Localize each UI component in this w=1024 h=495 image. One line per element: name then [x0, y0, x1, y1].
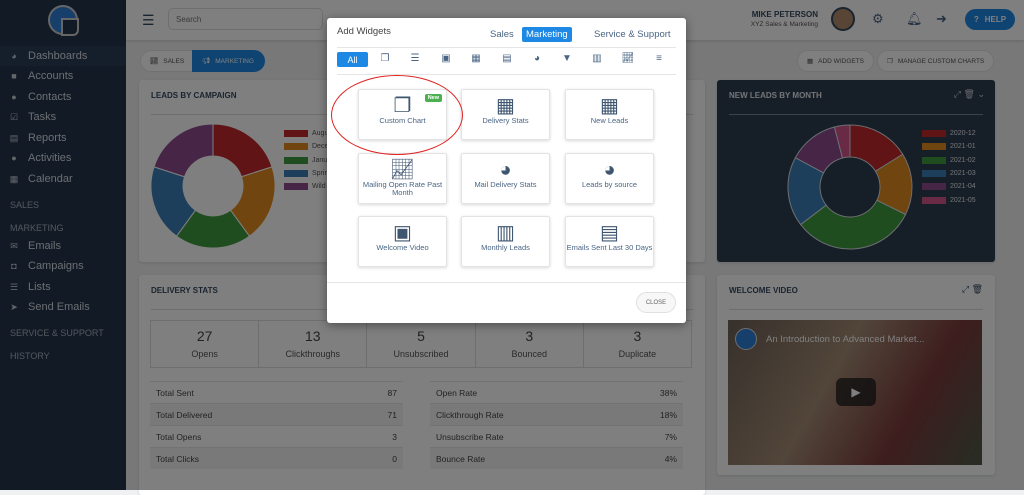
filter-funnel-icon[interactable]: ▼ [557, 53, 577, 64]
add-widgets-modal: Add Widgets Sales Marketing Service & Su… [327, 18, 686, 323]
filter-image-icon[interactable]: ▣ [436, 53, 456, 64]
tile-label: Leads by source [581, 180, 638, 189]
modal-tab-service-support[interactable]: Service & Support [590, 27, 675, 42]
filter-server-icon[interactable]: ▤ [497, 53, 517, 64]
widget-tile-emails-sent-30-days[interactable]: ▤ Emails Sent Last 30 Days [565, 216, 654, 267]
server-icon: ▤ [600, 222, 619, 244]
pie-chart-icon: ◕ [603, 159, 616, 181]
widget-tile-welcome-video[interactable]: ▣ Welcome Video [358, 216, 447, 267]
widget-tile-leads-by-source[interactable]: ◕ Leads by source [565, 153, 654, 204]
filter-horizontal-bar-icon[interactable]: ≡ [649, 53, 669, 64]
table-icon: ▦ [600, 95, 619, 117]
widget-tile-mailing-open-rate[interactable]: 📈︎ Mailing Open Rate Past Month [358, 153, 447, 204]
modal-tab-marketing[interactable]: Marketing [522, 27, 572, 42]
widget-tile-mail-delivery-stats[interactable]: ◕ Mail Delivery Stats [461, 153, 550, 204]
filter-table-icon[interactable]: ▦ [466, 53, 486, 64]
divider [327, 282, 686, 283]
pie-chart-icon: ◕ [499, 159, 512, 181]
tile-label: Mail Delivery Stats [474, 180, 537, 189]
tile-label: Emails Sent Last 30 Days [566, 243, 653, 252]
modal-title: Add Widgets [337, 26, 391, 37]
filter-bar-chart-icon[interactable]: ▥ [587, 53, 607, 64]
widget-tile-delivery-stats[interactable]: ▦ Delivery Stats [461, 89, 550, 140]
bar-chart-icon: ▥ [496, 222, 515, 244]
tile-label: New Leads [590, 116, 629, 125]
close-button[interactable]: CLOSE [636, 292, 676, 313]
divider [337, 47, 676, 48]
modal-tab-sales[interactable]: Sales [486, 27, 518, 42]
filter-custom-chart-icon[interactable]: ❐ [375, 53, 395, 64]
tile-label: Monthly Leads [481, 243, 530, 252]
tile-label: Delivery Stats [482, 116, 529, 125]
filter-line-chart-icon[interactable]: 📈︎ [618, 53, 638, 64]
image-icon: ▣ [393, 222, 412, 244]
widget-tile-monthly-leads[interactable]: ▥ Monthly Leads [461, 216, 550, 267]
tile-label: Welcome Video [376, 243, 429, 252]
widget-tile-new-leads[interactable]: ▦ New Leads [565, 89, 654, 140]
tile-label: Mailing Open Rate Past Month [362, 180, 443, 197]
filter-all-button[interactable]: All [337, 52, 368, 67]
filter-list-icon[interactable]: ☰ [405, 53, 425, 64]
table-icon: ▦ [496, 95, 515, 117]
line-chart-icon: 📈︎ [389, 159, 416, 181]
filter-pie-chart-icon[interactable]: ◕ [527, 53, 547, 64]
highlight-annotation-circle [331, 75, 463, 155]
